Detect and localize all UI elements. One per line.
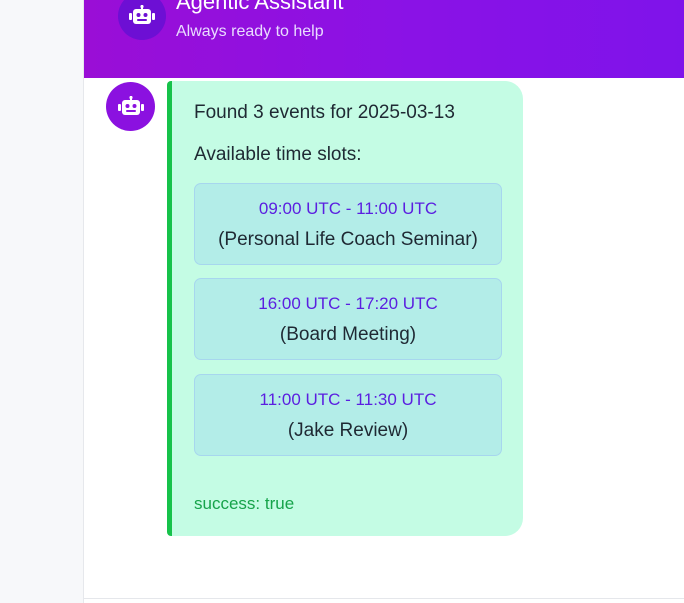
time-slot-time: 16:00 UTC - 17:20 UTC: [258, 294, 438, 313]
time-slot-event-name: (Board Meeting): [279, 324, 417, 345]
assistant-message-bubble: Found 3 events for 2025-03-13 Available …: [167, 81, 523, 536]
robot-icon: [129, 5, 155, 24]
time-slot-card[interactable]: 11:00 UTC - 11:30 UTC (Jake Review): [194, 374, 502, 456]
chat-header: Agentic Assistant Always ready to help: [84, 0, 684, 78]
assistant-subtitle: Always ready to help: [176, 23, 324, 40]
page: Agentic Assistant Always ready to help F…: [0, 0, 684, 603]
input-area-divider: [84, 598, 684, 599]
left-gutter: [0, 0, 83, 603]
message-subheading: Available time slots:: [194, 144, 362, 165]
time-slot-event-name: (Personal Life Coach Seminar): [218, 229, 478, 250]
message-heading: Found 3 events for 2025-03-13: [194, 102, 455, 123]
time-slot-event-name: (Jake Review): [287, 420, 409, 441]
status-text: success: true: [194, 494, 295, 513]
chat-panel: Agentic Assistant Always ready to help F…: [83, 0, 684, 603]
message-avatar: [106, 82, 155, 131]
assistant-title: Agentic Assistant: [176, 0, 344, 14]
time-slot-card[interactable]: 16:00 UTC - 17:20 UTC (Board Meeting): [194, 278, 502, 360]
time-slot-time: 09:00 UTC - 11:00 UTC: [258, 199, 438, 218]
robot-icon: [117, 95, 144, 115]
time-slot-time: 11:00 UTC - 11:30 UTC: [259, 390, 437, 409]
time-slot-card[interactable]: 09:00 UTC - 11:00 UTC (Personal Life Coa…: [194, 183, 502, 265]
header-avatar: [118, 0, 166, 40]
